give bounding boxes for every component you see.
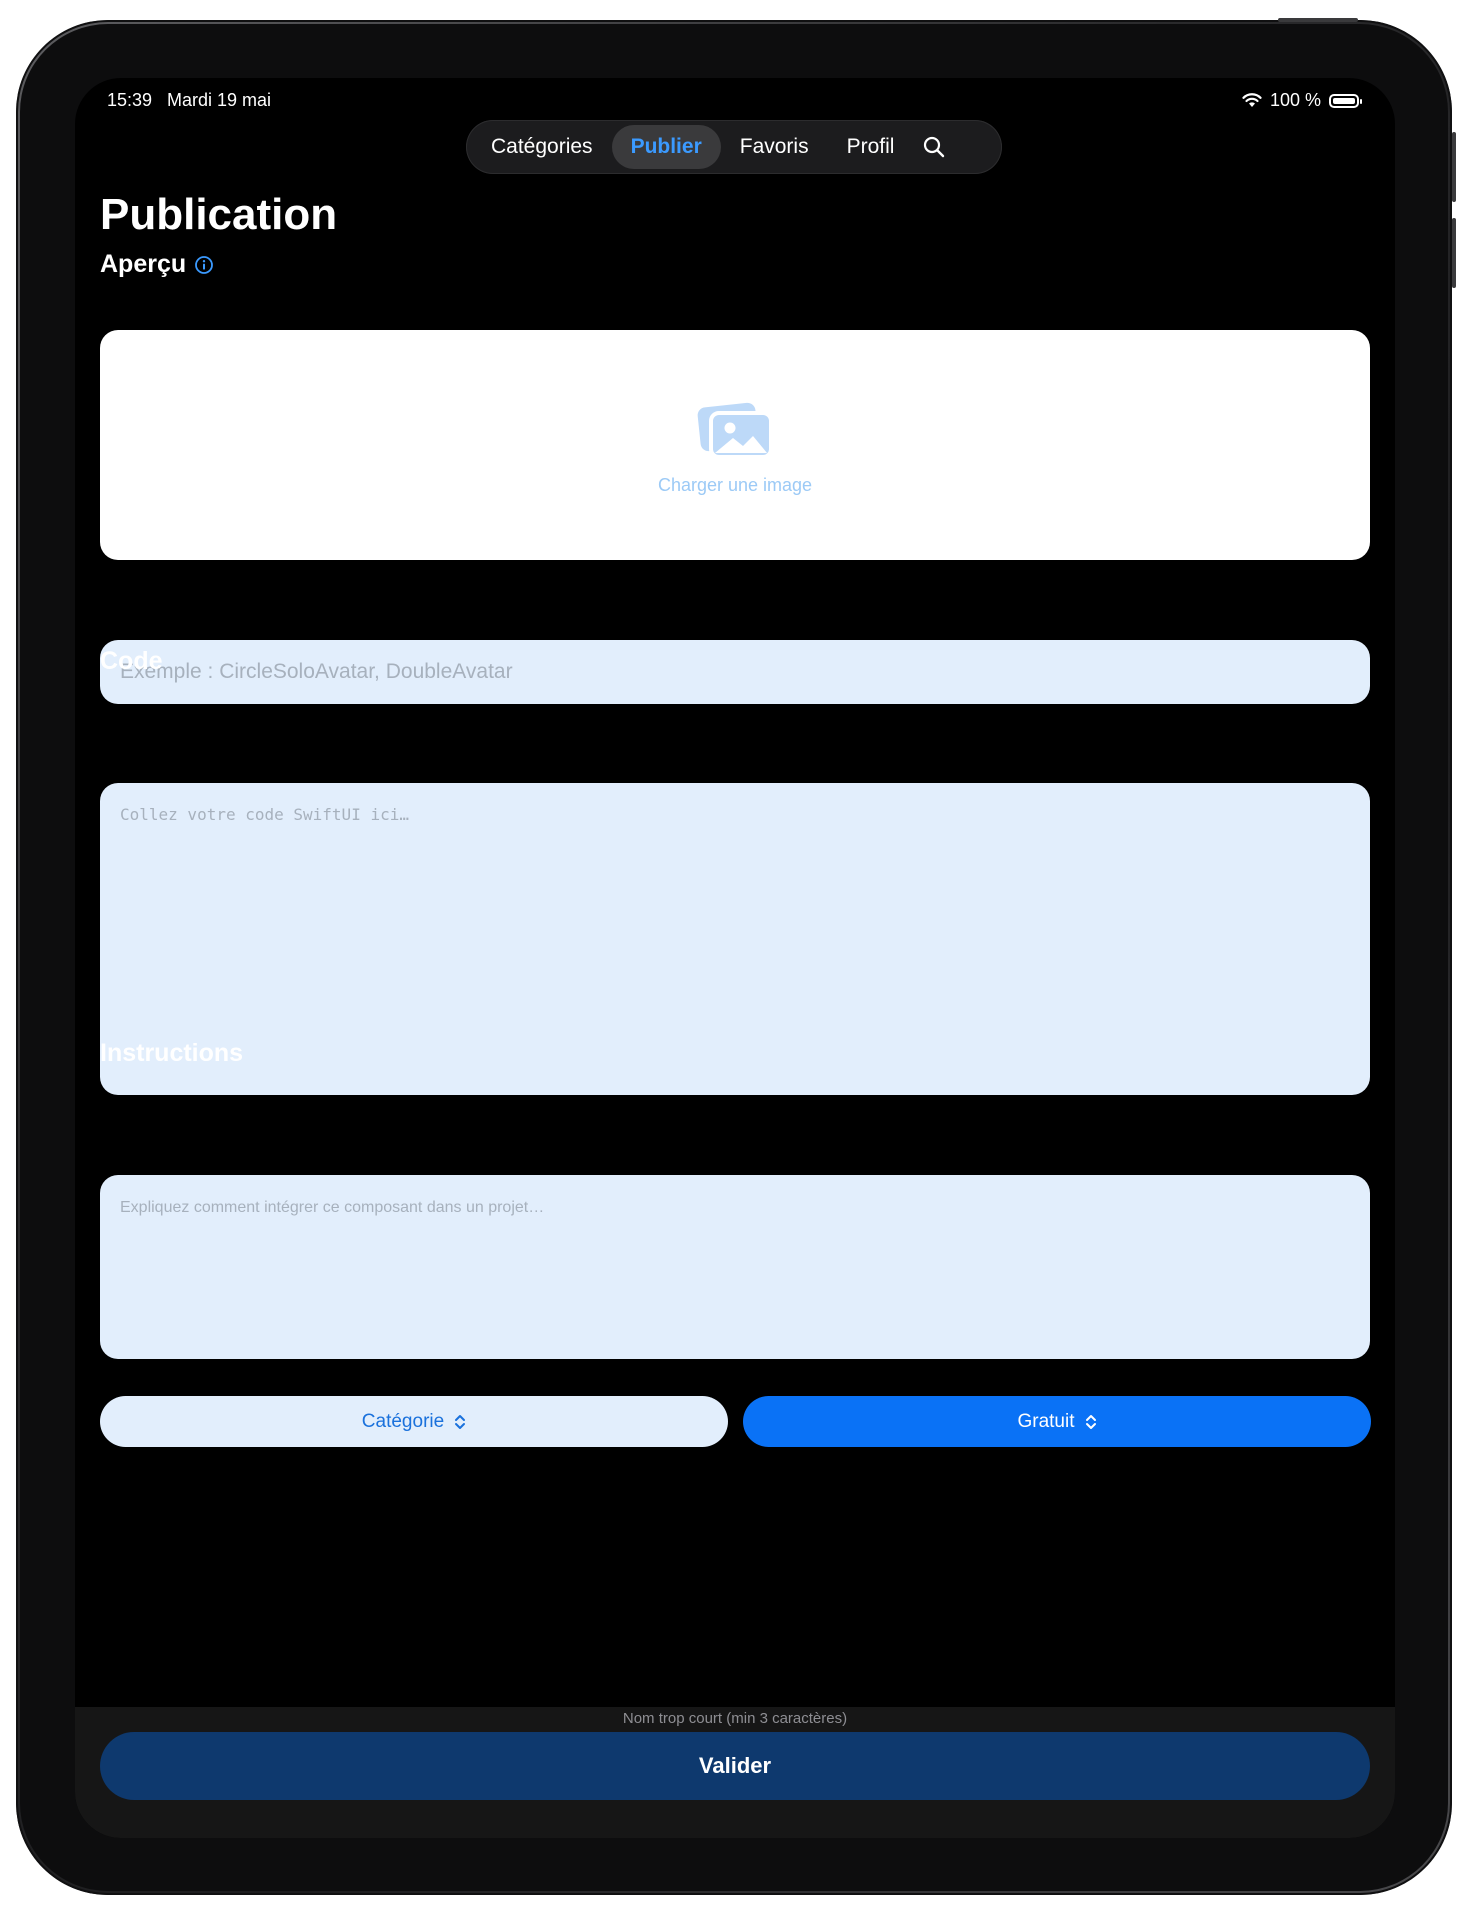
status-date: Mardi 19 mai	[167, 90, 272, 110]
image-upload-area[interactable]: Charger une image	[100, 330, 1370, 560]
top-tab-bar: Catégories Publier Favoris Profil	[466, 120, 1002, 174]
price-picker-label: Gratuit	[1017, 1410, 1075, 1432]
name-label: Nom	[100, 504, 156, 532]
chevron-up-down-icon	[455, 1414, 466, 1429]
photo-stack-icon	[697, 402, 773, 459]
instructions-textarea[interactable]: Expliquez comment intégrer ce composant …	[100, 1175, 1370, 1359]
page-title: Publication	[100, 190, 338, 239]
instructions-label: Instructions	[100, 1039, 244, 1067]
name-input[interactable]: Exemple : CircleSoloAvatar, DoubleAvatar	[100, 640, 1370, 704]
price-picker-button[interactable]: Gratuit	[743, 1396, 1371, 1447]
submit-button[interactable]: Valider	[100, 1732, 1370, 1800]
status-time: 15:39	[107, 90, 153, 110]
upload-image-label: Charger une image	[657, 474, 813, 495]
info-circle-icon[interactable]	[194, 255, 214, 275]
preview-label: Aperçu	[100, 250, 187, 278]
code-label: Code	[100, 647, 163, 675]
status-bar: 15:39 Mardi 19 mai 100 %	[107, 90, 1362, 114]
code-textarea[interactable]: Collez votre code SwiftUI ici…	[100, 783, 1370, 1095]
tab-favorites[interactable]: Favoris	[721, 125, 828, 169]
category-picker-button[interactable]: Catégorie	[100, 1396, 728, 1447]
magnifying-glass-icon	[924, 136, 945, 158]
tab-publish[interactable]: Publier	[611, 125, 721, 169]
volume-down-button	[1452, 218, 1456, 288]
tab-profile[interactable]: Profil	[828, 125, 914, 169]
volume-up-button	[1452, 132, 1456, 202]
screen: 15:39 Mardi 19 mai 100 % Catégories Publ…	[75, 78, 1395, 1838]
preview-label-row: Aperçu	[100, 250, 214, 279]
validation-message: Nom trop court (min 3 caractères)	[622, 1710, 848, 1727]
battery-icon	[1329, 93, 1362, 108]
category-picker-label: Catégorie	[361, 1410, 445, 1432]
wifi-icon	[1242, 93, 1262, 107]
battery-percentage: 100 %	[1269, 90, 1321, 110]
tab-categories[interactable]: Catégories	[472, 125, 612, 169]
top-button	[1278, 18, 1358, 22]
status-right: 100 %	[1242, 90, 1362, 111]
chevron-up-down-icon	[1085, 1414, 1096, 1429]
search-button[interactable]	[913, 125, 963, 169]
